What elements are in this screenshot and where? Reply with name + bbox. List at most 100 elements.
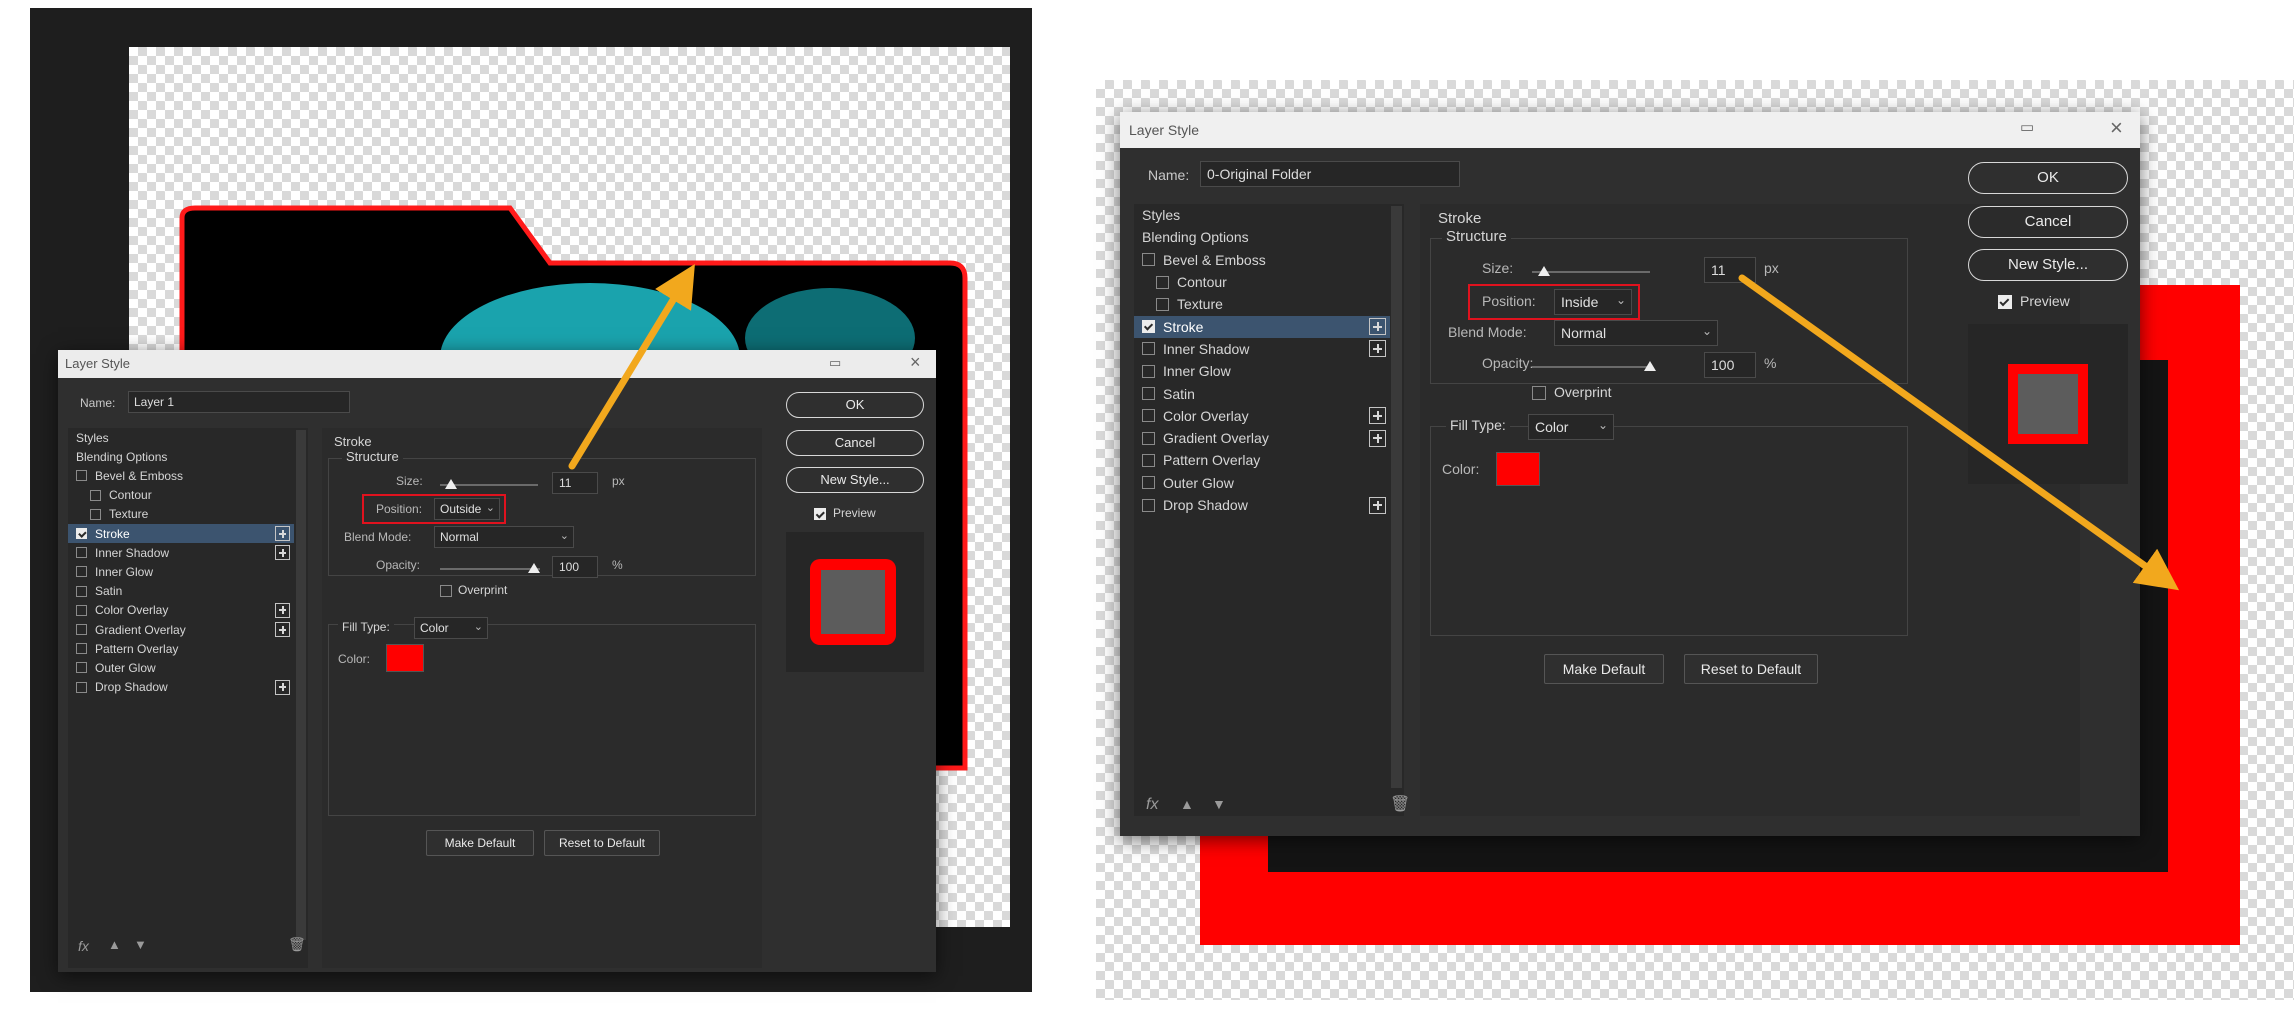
style-item[interactable]: Drop Shadow [68, 678, 294, 697]
filltype-select[interactable]: Color ⌄ [414, 617, 488, 639]
style-checkbox[interactable] [1142, 253, 1155, 267]
ok-button[interactable]: OK [786, 392, 924, 418]
style-checkbox[interactable] [1142, 387, 1155, 401]
add-effect-icon[interactable] [1369, 407, 1386, 425]
style-item[interactable]: Color Overlay [68, 601, 294, 620]
style-item[interactable]: Inner Shadow [1134, 338, 1390, 360]
style-checkbox[interactable] [1142, 409, 1155, 423]
move-up-icon[interactable]: ▲ [108, 937, 121, 952]
overprint-checkbox[interactable] [440, 585, 452, 597]
style-checkbox[interactable] [1156, 297, 1169, 311]
move-up-icon[interactable]: ▲ [1180, 796, 1194, 812]
style-checkbox[interactable] [76, 604, 87, 616]
filltype-select[interactable]: Color ⌄ [1528, 414, 1614, 440]
style-checkbox[interactable] [1142, 498, 1155, 512]
style-item[interactable]: Pattern Overlay [68, 639, 294, 658]
size-field[interactable]: 11 [1704, 257, 1756, 283]
styles-scrollbar[interactable] [1391, 206, 1402, 788]
close-icon[interactable]: × [2110, 115, 2123, 141]
style-item[interactable]: Blending Options [68, 447, 294, 466]
cancel-button[interactable]: Cancel [1968, 206, 2128, 238]
stroke-color-swatch[interactable] [1496, 452, 1540, 486]
style-checkbox[interactable] [1142, 342, 1155, 356]
styles-scrollbar[interactable] [296, 430, 306, 940]
make-default-button[interactable]: Make Default [1544, 654, 1664, 684]
style-item[interactable]: Stroke [68, 524, 294, 544]
add-effect-icon[interactable] [275, 602, 290, 618]
style-item[interactable]: Outer Glow [68, 658, 294, 677]
new-style-button[interactable]: New Style... [786, 467, 924, 493]
style-item[interactable]: Drop Shadow [1134, 494, 1390, 516]
style-item[interactable]: Texture [68, 505, 294, 524]
style-item[interactable]: Texture [1134, 293, 1390, 315]
add-effect-icon[interactable] [275, 679, 290, 695]
preview-checkbox[interactable] [1998, 295, 2012, 309]
style-checkbox[interactable] [1142, 364, 1155, 378]
style-checkbox[interactable] [76, 528, 87, 540]
new-style-button[interactable]: New Style... [1968, 249, 2128, 281]
style-item[interactable]: Stroke [1134, 315, 1390, 338]
style-item[interactable]: Styles [1134, 204, 1390, 226]
style-checkbox[interactable] [76, 624, 87, 636]
style-item[interactable]: Inner Glow [68, 562, 294, 581]
preview-checkbox[interactable] [814, 508, 826, 520]
style-checkbox[interactable] [76, 662, 87, 674]
opacity-slider-thumb[interactable] [1644, 361, 1656, 371]
overprint-checkbox[interactable] [1532, 386, 1546, 400]
add-effect-icon[interactable] [1369, 340, 1386, 358]
style-item[interactable]: Outer Glow [1134, 472, 1390, 494]
style-checkbox[interactable] [1142, 320, 1155, 334]
name-field[interactable]: 0-Original Folder [1200, 161, 1460, 187]
style-item[interactable]: Pattern Overlay [1134, 449, 1390, 471]
blend-mode-select[interactable]: Normal ⌄ [434, 526, 574, 548]
style-item[interactable]: Inner Glow [1134, 360, 1390, 382]
style-checkbox[interactable] [90, 508, 101, 520]
position-select[interactable]: Outside ⌄ [434, 498, 500, 520]
opacity-field[interactable]: 100 [1704, 352, 1756, 378]
trash-icon[interactable]: 🗑 [288, 936, 306, 953]
style-item[interactable]: Contour [1134, 271, 1390, 293]
window-icon[interactable]: ▭ [829, 355, 841, 371]
window-icon[interactable]: ▭ [2020, 118, 2034, 136]
style-checkbox[interactable] [76, 566, 87, 578]
style-item[interactable]: Styles [68, 428, 294, 447]
opacity-field[interactable]: 100 [552, 556, 598, 578]
add-effect-icon[interactable] [275, 526, 290, 542]
add-effect-icon[interactable] [275, 622, 290, 638]
style-item[interactable]: Satin [68, 582, 294, 601]
style-item[interactable]: Color Overlay [1134, 405, 1390, 427]
add-effect-icon[interactable] [1369, 429, 1386, 447]
style-item[interactable]: Satin [1134, 382, 1390, 404]
fx-icon[interactable]: fx [78, 938, 89, 954]
move-down-icon[interactable]: ▼ [1212, 796, 1226, 812]
close-icon[interactable]: × [910, 352, 921, 373]
style-item[interactable]: Gradient Overlay [68, 620, 294, 639]
style-checkbox[interactable] [76, 470, 87, 482]
style-checkbox[interactable] [76, 681, 87, 693]
style-checkbox[interactable] [1142, 453, 1155, 467]
opacity-slider[interactable] [440, 568, 540, 570]
opacity-slider-thumb[interactable] [528, 563, 540, 573]
ok-button[interactable]: OK [1968, 162, 2128, 194]
trash-icon[interactable]: 🗑 [1390, 794, 1410, 814]
style-checkbox[interactable] [1142, 431, 1155, 445]
style-item[interactable]: Contour [68, 486, 294, 505]
blend-mode-select[interactable]: Normal ⌄ [1554, 320, 1718, 346]
cancel-button[interactable]: Cancel [786, 430, 924, 456]
name-field[interactable]: Layer 1 [128, 391, 350, 413]
style-checkbox[interactable] [90, 489, 101, 501]
size-slider-thumb[interactable] [1538, 266, 1550, 276]
reset-to-default-button[interactable]: Reset to Default [1684, 654, 1818, 684]
style-checkbox[interactable] [1142, 476, 1155, 490]
move-down-icon[interactable]: ▼ [134, 937, 147, 952]
style-checkbox[interactable] [76, 643, 87, 655]
style-item[interactable]: Gradient Overlay [1134, 427, 1390, 449]
style-item[interactable]: Bevel & Emboss [68, 466, 294, 485]
fx-icon[interactable]: fx [1146, 796, 1158, 814]
add-effect-icon[interactable] [275, 545, 290, 561]
style-checkbox[interactable] [1156, 275, 1169, 289]
position-select[interactable]: Inside ⌄ [1554, 289, 1632, 315]
opacity-slider[interactable] [1532, 366, 1652, 368]
style-checkbox[interactable] [76, 547, 87, 559]
style-checkbox[interactable] [76, 585, 87, 597]
